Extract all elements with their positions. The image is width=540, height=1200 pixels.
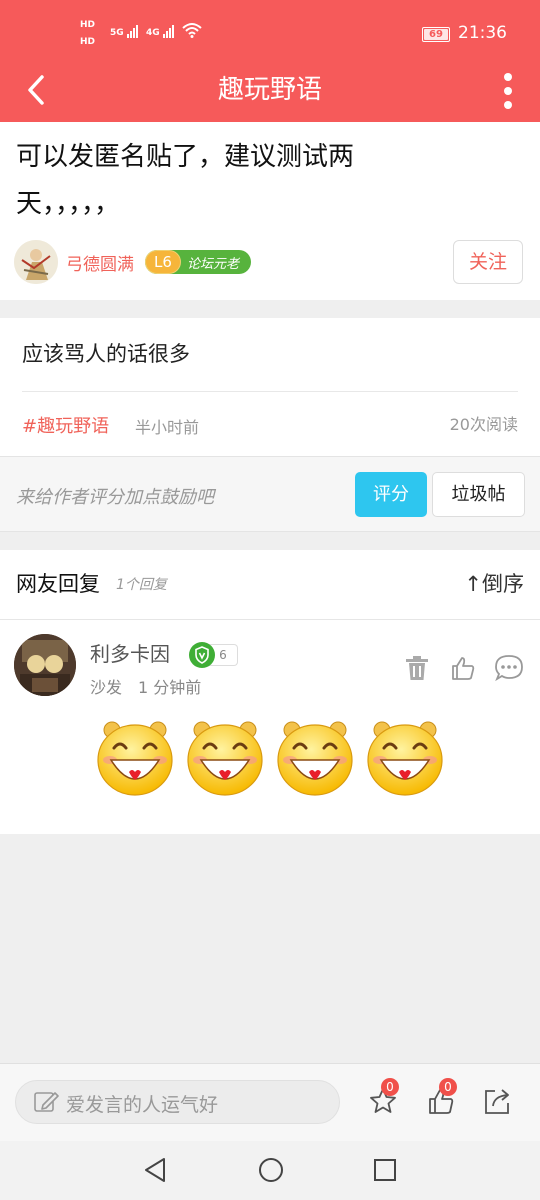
topic-tag-link[interactable]: #趣玩野语 xyxy=(22,412,109,438)
post-time: 半小时前 xyxy=(135,418,200,437)
net-label-2: 4G xyxy=(145,28,160,38)
signal-bars: 5G 4G xyxy=(110,22,202,38)
signal-indicator: HD HD xyxy=(80,20,95,47)
battery-icon: 69 xyxy=(422,27,450,42)
share-icon[interactable] xyxy=(482,1086,512,1116)
divider xyxy=(0,619,540,620)
reply-time: 1 分钟前 xyxy=(138,678,202,697)
status-bar: HD HD 5G 4G 69 21:36 xyxy=(0,0,540,62)
reply-count: 1个回复 xyxy=(116,577,167,593)
nav-back-icon[interactable] xyxy=(142,1156,168,1184)
replies-heading: 网友回复 xyxy=(16,572,100,596)
clock: 21:36 xyxy=(458,23,507,43)
author-avatar[interactable] xyxy=(14,240,58,284)
wifi-icon xyxy=(182,23,202,38)
hd-label-2: HD xyxy=(80,37,96,47)
reply-avatar[interactable] xyxy=(14,634,76,696)
more-options-icon[interactable] xyxy=(494,70,522,110)
battery-level: 69 xyxy=(429,29,443,40)
reply-author[interactable]: 利多卡因 xyxy=(90,638,170,667)
comment-icon[interactable] xyxy=(494,653,524,683)
pencil-icon xyxy=(34,1092,59,1112)
thumbs-up-icon[interactable] xyxy=(448,653,478,683)
signal-icon xyxy=(126,25,139,38)
read-count: 20次阅读 xyxy=(449,415,518,434)
verified-badge: 6 xyxy=(189,642,239,668)
comment-placeholder: 爱发言的人运气好 xyxy=(66,1094,219,1116)
trash-icon[interactable] xyxy=(402,653,432,683)
follow-button[interactable]: 关注 xyxy=(453,240,523,284)
laughing-face-emoji-icon xyxy=(187,721,263,796)
likes-count-badge: 0 xyxy=(439,1078,457,1096)
rank-label: 论坛元老 xyxy=(187,256,240,272)
page-title: 趣玩野语 xyxy=(217,75,322,105)
signal-icon-2 xyxy=(162,25,175,38)
post-content: 应该骂人的话很多 xyxy=(22,342,190,366)
favorites-count-badge: 0 xyxy=(381,1078,399,1096)
report-spam-button[interactable]: 垃圾帖 xyxy=(432,472,525,517)
laughing-face-emoji-icon xyxy=(97,721,173,796)
level-badge: L6 论坛元老 xyxy=(145,250,252,274)
hd-label: HD xyxy=(80,20,96,30)
avatar-image xyxy=(14,634,76,696)
post-title: 可以发匿名贴了，建议测试两天，，，，， xyxy=(16,142,355,219)
sort-order-button[interactable]: ↑倒序 xyxy=(464,568,524,598)
nav-home-icon[interactable] xyxy=(258,1157,284,1183)
level-label: L6 xyxy=(145,250,181,274)
floor-label: 沙发 xyxy=(90,678,123,697)
avatar-image xyxy=(14,240,58,284)
laughing-face-emoji-icon xyxy=(277,721,353,796)
rate-button[interactable]: 评分 xyxy=(355,472,427,517)
shield-icon xyxy=(189,642,215,668)
reply-emoji-list xyxy=(94,716,446,800)
rating-hint: 来给作者评分加点鼓励吧 xyxy=(16,487,214,508)
net-label: 5G xyxy=(110,28,124,38)
author-name[interactable]: 弓德圆满 xyxy=(66,250,134,275)
laughing-face-emoji-icon xyxy=(367,721,443,796)
divider xyxy=(22,391,518,392)
nav-recent-apps-icon[interactable] xyxy=(373,1158,397,1182)
